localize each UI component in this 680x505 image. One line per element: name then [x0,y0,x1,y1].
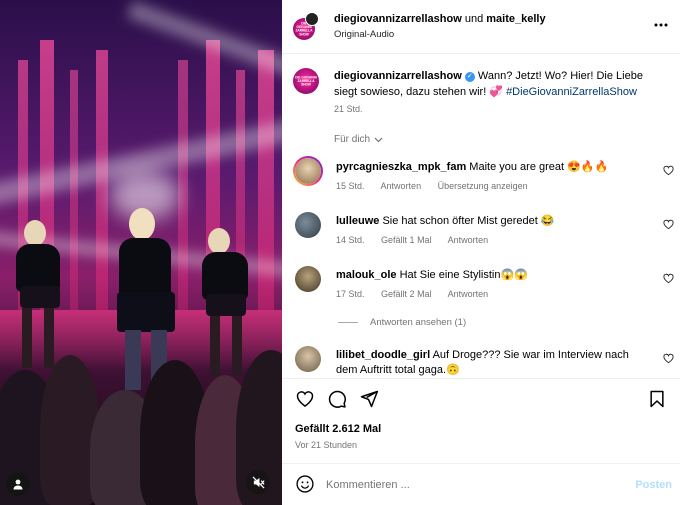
bookmark-icon [650,390,664,408]
comment-text: lulleuwe Sie hat schon öfter Mist gerede… [336,214,646,227]
comment-icon [328,390,346,408]
divider [282,463,680,464]
comment-like-icon[interactable] [663,165,674,176]
comment-username[interactable]: lulleuwe [336,215,379,227]
more-options-button[interactable] [654,18,668,30]
header-joiner: und [464,13,484,25]
commenter-avatar[interactable] [293,156,323,186]
comment-meta: 14 Std. Gefällt 1 Mal Antworten [336,235,502,245]
divider [282,53,680,54]
caption-avatar[interactable]: DIE GIOVANNI ZARRELLA SHOW [293,68,319,94]
comment-meta: 17 Std. Gefällt 2 Mal Antworten [336,289,502,299]
heart-icon [296,391,314,407]
view-replies-button[interactable]: Antworten ansehen (1) [338,317,466,328]
reply-link[interactable]: Antworten [448,235,489,245]
more-icon [654,23,668,27]
caption-time: 21 Std. [334,104,363,114]
comment-button[interactable] [327,389,347,412]
user-tag-icon [13,479,23,490]
header-title: diegiovannizarrellashow und maite_kelly [334,13,546,25]
led-stripe [70,70,78,310]
comment-meta: 15 Std. Antworten Übersetzung anzeigen [336,181,542,191]
comment-like-icon[interactable] [663,353,674,364]
mute-icon [252,476,265,488]
paper-plane-icon [360,390,379,408]
user-tag-button[interactable] [6,472,30,496]
emoji-icon [296,475,314,493]
comment-likes[interactable]: Gefällt 1 Mal [381,235,432,245]
comment-username[interactable]: pyrcagnieszka_mpk_fam [336,161,466,173]
like-button[interactable] [295,389,315,412]
sort-label: Für dich [334,134,371,145]
commenter-avatar[interactable] [295,212,321,238]
mute-button[interactable] [246,470,270,494]
comment-text: malouk_ole Hat Sie eine Stylistin😱😱 [336,268,646,281]
comment-body: Sie hat schon öfter Mist geredet 😂 [382,215,555,227]
comment-body: Hat Sie eine Stylistin😱😱 [399,269,528,281]
avatar-logo-text: DIE GIOVANNI ZARRELLA SHOW [295,75,317,87]
caption-hashtag[interactable]: #DieGiovanniZarrellaShow [506,86,637,98]
comment-sort-dropdown[interactable]: Für dich [334,134,383,145]
translate-link[interactable]: Übersetzung anzeigen [438,181,528,191]
commenter-avatar[interactable] [295,346,321,372]
comment-username[interactable]: lilibet_doodle_girl [336,349,430,361]
view-replies-label: Antworten ansehen (1) [370,317,467,328]
commenter-avatar[interactable] [295,266,321,292]
replies-line [338,322,358,323]
header-account-link[interactable]: diegiovannizarrellashow [334,13,462,25]
comment-like-icon[interactable] [663,219,674,230]
post-panel: DIE GIOVANNI ZARRELLA SHOW diegiovanniza… [282,0,680,505]
divider [282,378,680,379]
comment-text: pyrcagnieszka_mpk_fam Maite you are grea… [336,160,646,173]
comment-text: lilibet_doodle_girl Auf Droge??? Sie war… [336,348,646,378]
collaborator-avatar[interactable] [305,12,319,26]
comment-time: 14 Std. [336,235,365,245]
post-video[interactable] [0,0,282,505]
comment-input[interactable] [326,476,606,494]
caption-username[interactable]: diegiovannizarrellashow [334,70,462,82]
emoji-button[interactable] [295,474,315,497]
reply-link[interactable]: Antworten [381,181,422,191]
likes-count[interactable]: Gefällt 2.612 Mal [295,423,381,435]
caption-text: diegiovannizarrellashow ✓ Wann? Jetzt! W… [334,68,654,100]
comment-body: Maite you are great 😍🔥🔥 [469,161,609,173]
comment-time: 15 Std. [336,181,365,191]
post-comment-button[interactable]: Posten [635,479,672,491]
verified-badge-icon: ✓ [464,72,475,82]
comment-username[interactable]: malouk_ole [336,269,397,281]
post-timestamp: Vor 21 Stunden [295,440,358,450]
led-stripe [178,60,188,310]
save-button[interactable] [647,389,667,412]
reply-link[interactable]: Antworten [448,289,489,299]
comment-likes[interactable]: Gefällt 2 Mal [381,289,432,299]
chevron-down-icon [374,137,383,142]
share-button[interactable] [359,389,379,412]
audio-link[interactable]: Original-Audio [334,29,394,40]
comment-time: 17 Std. [336,289,365,299]
comment-like-icon[interactable] [663,273,674,284]
header-collaborator-link[interactable]: maite_kelly [486,13,545,25]
